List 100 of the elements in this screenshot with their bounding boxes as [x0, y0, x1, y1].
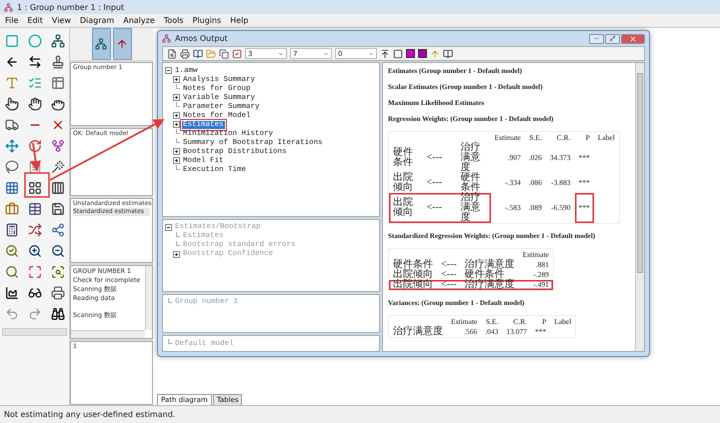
- expand-icon[interactable]: [173, 112, 180, 119]
- menu-item[interactable]: Diagram: [80, 16, 114, 25]
- grid-icon[interactable]: [28, 180, 42, 194]
- menu-item[interactable]: Tools: [164, 16, 184, 25]
- wand-icon[interactable]: [50, 160, 64, 174]
- diagram-icon[interactable]: [112, 28, 132, 60]
- fork-icon[interactable]: [50, 138, 64, 152]
- rectangle-icon[interactable]: [4, 34, 18, 48]
- document-icon[interactable]: [28, 160, 42, 174]
- calculator-icon[interactable]: [4, 222, 18, 236]
- shuffle-icon[interactable]: [28, 222, 42, 236]
- binoculars-icon[interactable]: [50, 306, 64, 320]
- expand-icon[interactable]: [173, 121, 180, 128]
- scroll-bar[interactable]: [145, 266, 152, 330]
- pointer-icon[interactable]: [4, 96, 18, 110]
- scroll-bar[interactable]: [2, 328, 67, 336]
- caret-icon: [368, 50, 374, 56]
- square-icon[interactable]: [393, 48, 403, 58]
- expand-icon[interactable]: [173, 157, 180, 164]
- table-cell: <---: [437, 280, 461, 290]
- table-cell: 硬件条件: [460, 270, 519, 280]
- annotation-arrow: [30, 142, 42, 172]
- table-cell-text: <---: [440, 260, 458, 270]
- copy-icon[interactable]: [219, 48, 229, 58]
- hand-icon[interactable]: [28, 96, 42, 110]
- grid-icon[interactable]: [4, 180, 18, 194]
- table-cell: 出院倾向: [388, 280, 437, 290]
- menu-item[interactable]: File: [5, 16, 18, 25]
- scroll-bar[interactable]: [71, 330, 145, 338]
- checkbox-icon[interactable]: [232, 48, 242, 58]
- zoom-out-icon[interactable]: [50, 244, 64, 258]
- table-cell: 治疗满意度: [388, 327, 447, 338]
- printer-icon[interactable]: [180, 48, 190, 58]
- search-icon[interactable]: [4, 264, 18, 278]
- left-arrow-icon[interactable]: [4, 54, 18, 68]
- table-cell: 硬件条件: [456, 173, 490, 193]
- pin-icon[interactable]: [380, 48, 390, 58]
- undo-icon[interactable]: [4, 306, 18, 320]
- search-icon[interactable]: [50, 264, 64, 278]
- close-icon: [629, 34, 637, 42]
- table-cell: 硬件条件: [388, 260, 437, 270]
- menu-item[interactable]: View: [52, 16, 71, 25]
- briefcase-icon[interactable]: [4, 202, 18, 216]
- glasses-icon[interactable]: [28, 286, 42, 300]
- table-cell-text: 治疗满意度: [464, 260, 516, 270]
- lasso-icon[interactable]: [4, 160, 18, 174]
- table-icon[interactable]: [50, 76, 64, 90]
- double-arrow-icon[interactable]: [28, 54, 42, 68]
- move-icon[interactable]: [4, 138, 18, 152]
- zoom-in-icon[interactable]: [28, 244, 42, 258]
- window-title: 1 : Group number 1 : Input: [17, 2, 124, 12]
- caret-icon: [323, 50, 329, 56]
- book-icon[interactable]: [193, 48, 203, 58]
- chart-icon[interactable]: [4, 286, 18, 300]
- restore-button[interactable]: [605, 34, 620, 44]
- minimize-icon: [593, 35, 600, 42]
- table-cell: 出院倾向: [388, 173, 422, 193]
- app-icon: [162, 34, 171, 43]
- menu-item[interactable]: Analyze: [123, 16, 155, 25]
- table-cell: 硬件条件: [388, 143, 422, 173]
- menu-item[interactable]: Plugins: [192, 16, 222, 25]
- fullscreen-icon[interactable]: [28, 264, 42, 278]
- redo-icon[interactable]: [28, 306, 42, 320]
- search-icon[interactable]: [4, 244, 18, 258]
- text-icon[interactable]: [4, 76, 18, 90]
- menu-item[interactable]: Edit: [27, 16, 43, 25]
- menu-item[interactable]: Help: [230, 16, 248, 25]
- expand-icon[interactable]: [173, 76, 180, 83]
- table-cell: <---: [437, 270, 461, 280]
- table-cell: 治疗满意度: [456, 193, 490, 224]
- color-swatch-icon[interactable]: [406, 49, 415, 58]
- table-icon[interactable]: [28, 202, 42, 216]
- app-icon: [4, 2, 13, 12]
- restore-icon: [609, 35, 616, 42]
- rotate-icon[interactable]: [28, 138, 42, 152]
- truck-icon[interactable]: [4, 118, 18, 132]
- scroll-bar[interactable]: [635, 63, 644, 351]
- window-title: Amos Output: [175, 34, 228, 43]
- preview-icon[interactable]: [167, 48, 177, 58]
- caret-icon: [278, 50, 284, 56]
- share-icon[interactable]: [50, 222, 64, 236]
- printer-icon[interactable]: [50, 286, 64, 300]
- table-cell-text: <---: [426, 151, 444, 165]
- list-icon[interactable]: [28, 76, 42, 90]
- table-cell: <---: [422, 193, 456, 224]
- columns-icon[interactable]: [50, 180, 64, 194]
- color-swatch-icon[interactable]: [418, 49, 427, 58]
- expand-icon[interactable]: [173, 148, 180, 155]
- save-icon[interactable]: [50, 202, 64, 216]
- close-button[interactable]: [621, 34, 645, 44]
- highlight-frame: [24, 172, 50, 198]
- stamp-icon[interactable]: [50, 54, 64, 68]
- book-icon[interactable]: [443, 48, 453, 58]
- table-cell: 治疗满意度: [460, 280, 519, 290]
- expand-icon[interactable]: [173, 94, 180, 101]
- ellipse-icon[interactable]: [28, 34, 42, 48]
- diagram-icon[interactable]: [92, 28, 110, 60]
- table-cell-text: 治疗满意度: [460, 143, 482, 173]
- collapse-icon[interactable]: [165, 67, 172, 74]
- network-icon[interactable]: [50, 34, 64, 48]
